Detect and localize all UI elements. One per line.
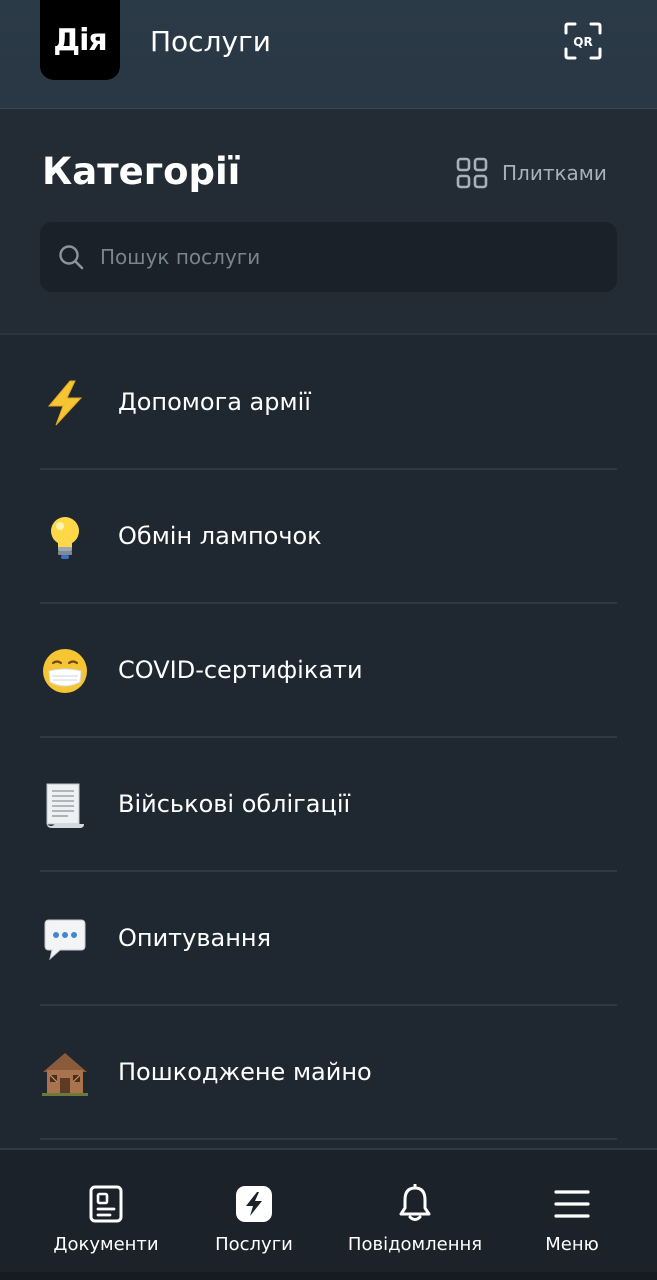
nav-label: Послуги xyxy=(215,1234,293,1255)
tiles-view-toggle[interactable]: Плитками xyxy=(456,156,607,190)
search-icon xyxy=(59,245,84,270)
nav-label: Документи xyxy=(53,1234,159,1255)
list-item-label: Пошкоджене майно xyxy=(118,1058,372,1086)
face-mask-emoji xyxy=(43,649,87,693)
grid-icon xyxy=(456,157,488,189)
lightning-emoji xyxy=(47,380,83,426)
list-item-army-help[interactable]: Допомога армії xyxy=(40,336,617,470)
list-item-label: COVID-сертифікати xyxy=(118,656,363,684)
nav-item-documents[interactable]: Документи xyxy=(46,1150,166,1274)
bell-icon xyxy=(399,1184,431,1221)
bottom-navigation: Документи Послуги Повідомлення Меню xyxy=(0,1148,657,1274)
speech-bubble-emoji xyxy=(44,919,86,961)
menu-icon xyxy=(554,1190,590,1218)
diia-logo[interactable]: Дія xyxy=(40,0,120,80)
list-item-label: Опитування xyxy=(118,924,272,952)
receipt-scroll-emoji xyxy=(46,783,84,828)
qr-scan-icon: QR xyxy=(564,22,602,60)
categories-section: Категорії Плитками xyxy=(0,109,657,335)
nav-item-menu[interactable]: Меню xyxy=(532,1150,612,1274)
page-title: Послуги xyxy=(150,25,271,58)
lightning-icon xyxy=(236,1186,272,1222)
nav-item-notifications[interactable]: Повідомлення xyxy=(341,1150,489,1274)
list-item-bulb-exchange[interactable]: Обмін лампочок xyxy=(40,470,617,604)
list-item-label: Військові облігації xyxy=(118,790,351,818)
list-item-survey[interactable]: Опитування xyxy=(40,872,617,1006)
section-title: Категорії xyxy=(42,150,241,193)
nav-label: Меню xyxy=(545,1234,599,1255)
search-input[interactable] xyxy=(100,222,600,292)
services-list: Допомога армії Обмін лампочок COVID-серт… xyxy=(40,336,617,1140)
light-bulb-emoji xyxy=(51,517,79,559)
nav-label: Повідомлення xyxy=(347,1234,483,1255)
document-icon xyxy=(89,1185,123,1223)
list-item-damaged-property[interactable]: Пошкоджене майно xyxy=(40,1006,617,1140)
app-header: Дія Послуги QR xyxy=(0,0,657,109)
qr-scan-button[interactable]: QR xyxy=(564,22,602,60)
list-item-covid-certificates[interactable]: COVID-сертифікати xyxy=(40,604,617,738)
derelict-house-emoji xyxy=(42,1053,88,1096)
list-item-label: Обмін лампочок xyxy=(118,522,322,550)
tiles-view-label: Плитками xyxy=(502,161,607,185)
list-item-military-bonds[interactable]: Військові облігації xyxy=(40,738,617,872)
nav-item-services[interactable]: Послуги xyxy=(204,1150,304,1274)
system-bar xyxy=(0,1272,657,1280)
search-box[interactable] xyxy=(40,222,617,292)
list-item-label: Допомога армії xyxy=(118,388,311,416)
qr-text: QR xyxy=(573,35,592,49)
